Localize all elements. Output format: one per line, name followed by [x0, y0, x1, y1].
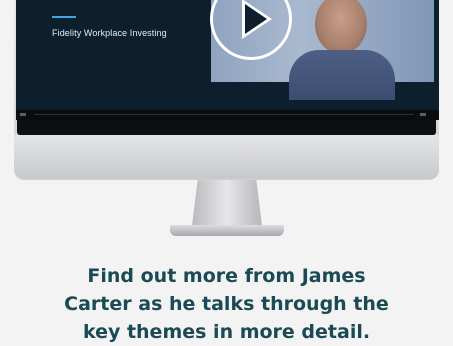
monitor-stand [192, 180, 262, 226]
control-indicator-left [20, 113, 26, 116]
video-controls-bar[interactable] [16, 110, 439, 120]
slide-accent-line [52, 16, 76, 18]
caption-line: key themes in more detail. [82, 321, 371, 343]
presenter-body [289, 50, 395, 100]
presenter-head [315, 0, 367, 54]
progress-track[interactable] [34, 114, 414, 115]
video-caption: Find out more from James Carter as he ta… [20, 262, 433, 346]
caption-line: Find out more from James [87, 265, 366, 287]
monitor-chin [14, 135, 439, 179]
video-player[interactable]: Fidelity Workplace Investing [16, 0, 439, 117]
play-icon [242, 0, 272, 39]
slide-label: Fidelity Workplace Investing [52, 28, 167, 38]
caption-line: Carter as he talks through the [64, 293, 389, 315]
control-indicator-right [420, 113, 426, 116]
monitor-stand-base [170, 225, 284, 236]
